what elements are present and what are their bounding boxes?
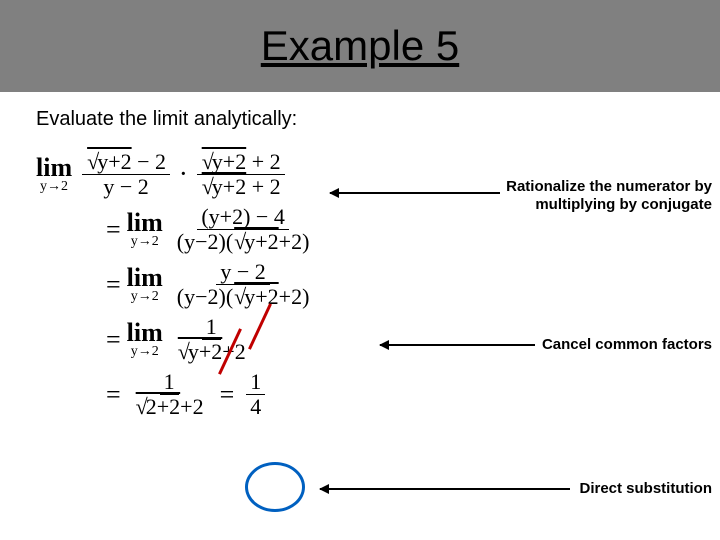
equals-sign: =: [106, 215, 121, 245]
fraction-conjugate: y+2 + 2 y+2 + 2: [197, 150, 285, 199]
fraction-answer: 1 4: [246, 370, 265, 419]
fraction-simplified: 1 y+2+2: [173, 315, 250, 364]
fraction-substituted: 1 2+2+2: [131, 370, 208, 419]
math-line-2: = lim y→2 (y+2) − 4 (y−2)(y+2+2): [106, 205, 396, 254]
answer-highlight-ellipse: [245, 462, 305, 512]
instruction-text: Evaluate the limit analytically:: [36, 108, 297, 131]
title-bar: Example 5: [0, 0, 720, 92]
math-line-5: = 1 2+2+2 = 1 4: [106, 370, 396, 419]
slide-title: Example 5: [261, 22, 459, 70]
limit-operator: lim y→2: [36, 156, 72, 194]
annotation-rationalize: Rationalize the numerator by multiplying…: [506, 178, 712, 214]
fraction-expanded: (y+2) − 4 (y−2)(y+2+2): [173, 205, 314, 254]
math-line-3: = lim y→2 y − 2 (y−2)(y+2+2): [106, 260, 396, 309]
arrow-cancel: [380, 344, 535, 346]
annotation-substitution: Direct substitution: [579, 480, 712, 498]
multiply-dot: ·: [180, 163, 187, 186]
fraction-cancel: y − 2 (y−2)(y+2+2): [173, 260, 314, 309]
lim-subscript: y→2: [40, 181, 68, 194]
limit-operator: lim y→2: [127, 211, 163, 249]
math-line-4: = lim y→2 1 y+2+2: [106, 315, 396, 364]
arrow-rationalize: [330, 192, 500, 194]
lim-word: lim: [36, 156, 72, 179]
annotation-cancel: Cancel common factors: [542, 336, 712, 354]
fraction-original: y+2 − 2 y − 2: [82, 150, 170, 199]
arrow-substitution: [320, 488, 570, 490]
